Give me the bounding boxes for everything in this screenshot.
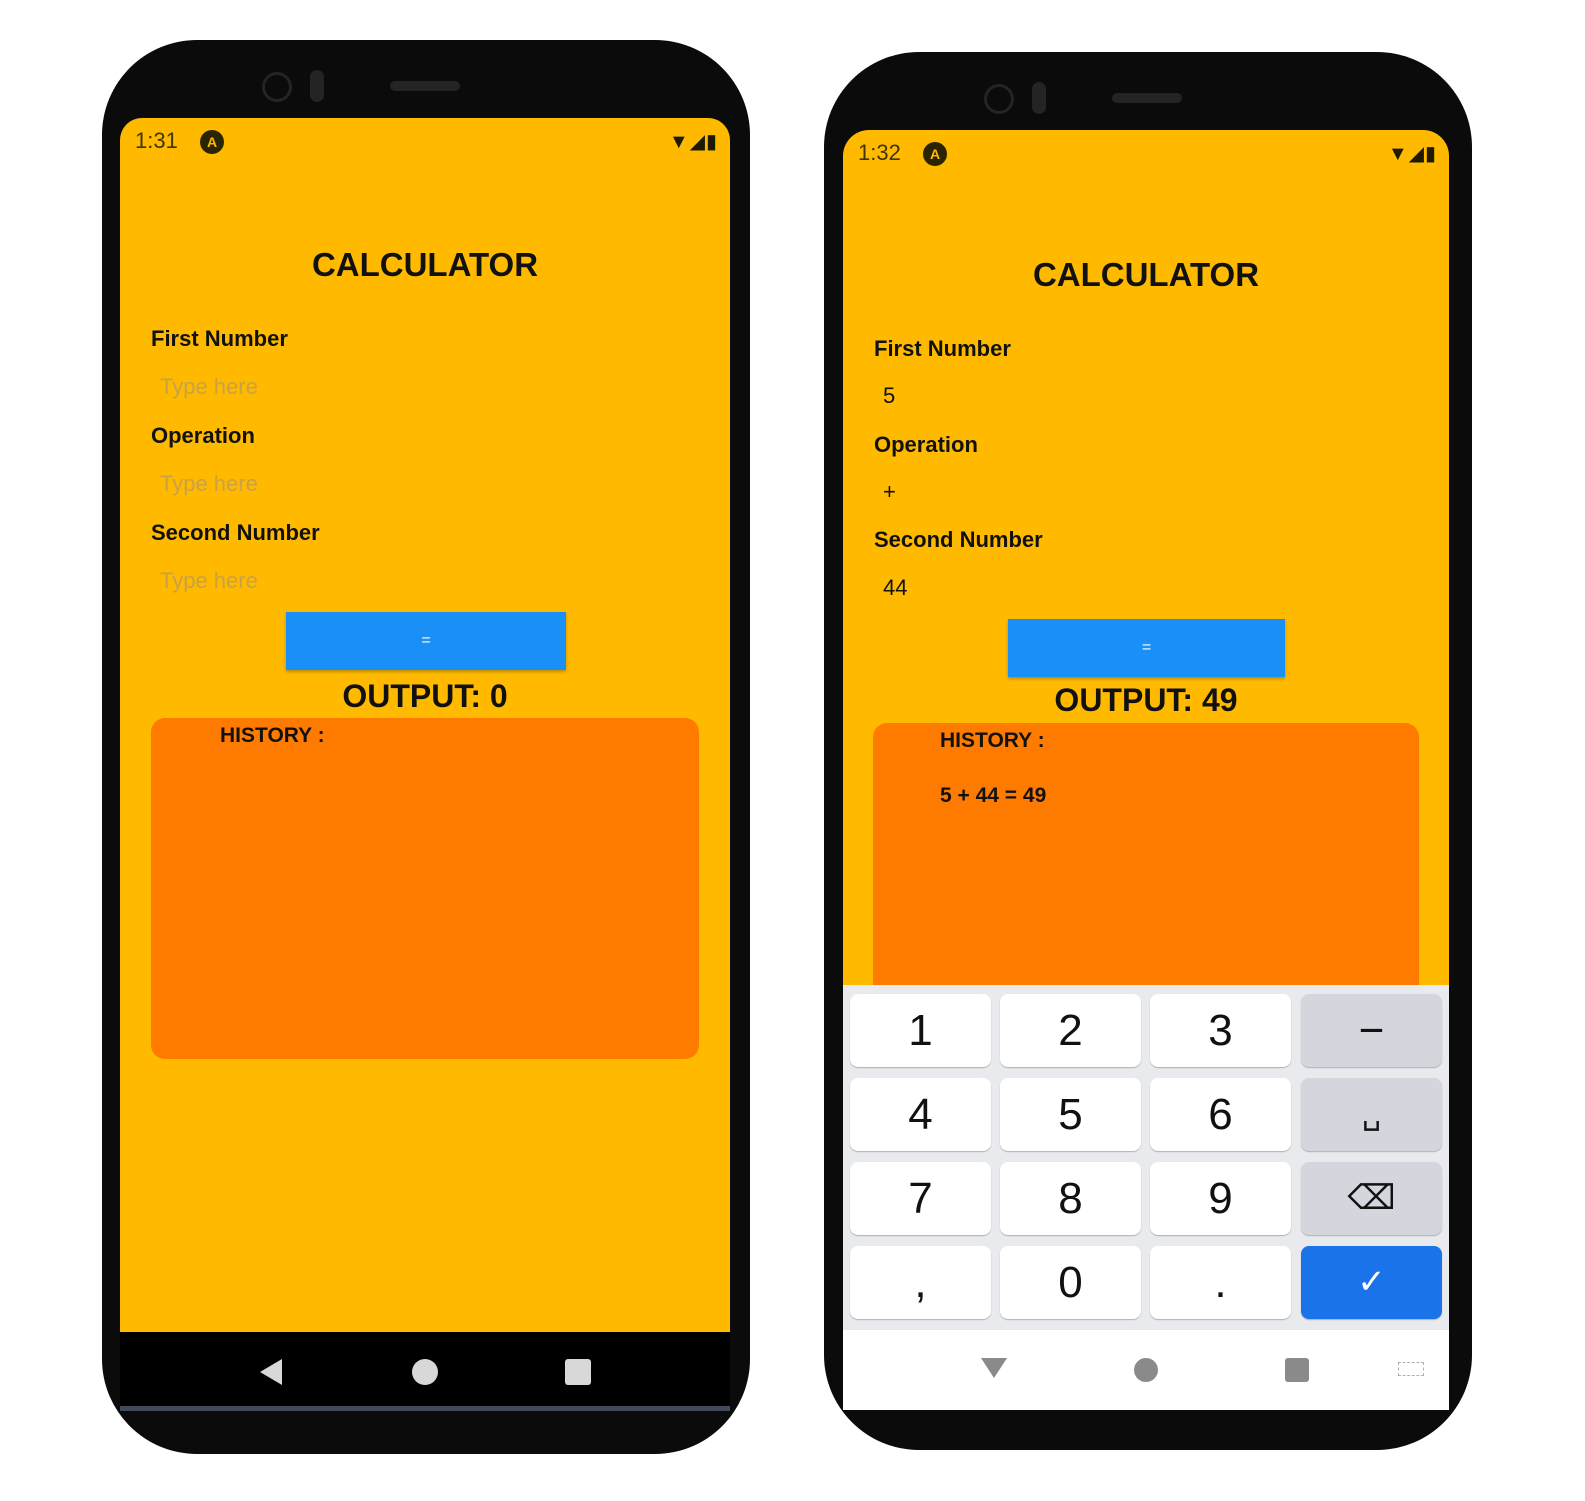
earpiece-speaker (390, 81, 460, 91)
history-title: HISTORY : (940, 729, 1045, 752)
nav-home-icon[interactable] (1134, 1358, 1158, 1382)
expo-app-icon: A (200, 130, 224, 154)
key-3[interactable]: 3 (1150, 994, 1291, 1067)
key-2[interactable]: 2 (1000, 994, 1141, 1067)
key-comma[interactable]: , (850, 1246, 991, 1319)
operation-input[interactable]: + (883, 479, 896, 505)
nav-hide-keyboard-icon[interactable] (981, 1358, 1007, 1378)
second-number-input[interactable]: 44 (883, 575, 907, 601)
status-time: 1:31 (135, 128, 178, 153)
first-number-input[interactable]: 5 (883, 383, 895, 409)
page-title: CALCULATOR (311, 246, 539, 283)
status-bar: 1:32 A ▼◢▮ (843, 130, 1449, 176)
first-number-label: First Number (874, 336, 1011, 361)
front-camera-icon (262, 72, 292, 102)
key-8[interactable]: 8 (1000, 1162, 1141, 1235)
front-camera-icon (984, 84, 1014, 114)
page-title: CALCULATOR (1032, 256, 1260, 293)
app-screen: 1:32 A ▼◢▮ CALCULATOR First Number 5 Ope… (843, 130, 1449, 1410)
key-1[interactable]: 1 (850, 994, 991, 1067)
done-check-icon[interactable]: ✓ (1301, 1246, 1442, 1319)
history-title: HISTORY : (220, 724, 325, 747)
phone-right: 1:32 A ▼◢▮ CALCULATOR First Number 5 Ope… (824, 52, 1472, 1450)
key-9[interactable]: 9 (1150, 1162, 1291, 1235)
key-7[interactable]: 7 (850, 1162, 991, 1235)
key-5[interactable]: 5 (1000, 1078, 1141, 1151)
nav-recents-icon[interactable] (1285, 1358, 1309, 1382)
system-nav-bar (843, 1330, 1449, 1410)
keyboard-switch-icon[interactable] (1398, 1362, 1424, 1376)
bottom-strip (120, 1406, 730, 1411)
key-0[interactable]: 0 (1000, 1246, 1141, 1319)
first-number-label: First Number (151, 326, 288, 351)
history-entry: 5 + 44 = 49 (940, 784, 1047, 807)
system-nav-bar (120, 1332, 730, 1410)
key-6[interactable]: 6 (1150, 1078, 1291, 1151)
operation-label: Operation (151, 423, 255, 448)
phone-left: 1:31 A ▼◢▮ CALCULATOR First Number Type … (102, 40, 750, 1454)
nav-home-icon[interactable] (412, 1359, 438, 1385)
earpiece-speaker (1112, 93, 1182, 103)
backspace-icon[interactable]: ⌫ (1301, 1162, 1442, 1235)
signal-wifi-battery-icon: ▼◢▮ (668, 131, 718, 153)
signal-wifi-battery-icon: ▼◢▮ (1387, 143, 1437, 165)
status-time: 1:32 (858, 140, 901, 165)
operation-label: Operation (874, 432, 978, 457)
proximity-sensor-icon (310, 70, 324, 102)
equals-button[interactable]: = (286, 612, 566, 670)
key-minus[interactable]: − (1301, 994, 1442, 1067)
operation-input[interactable]: Type here (160, 471, 258, 497)
second-number-label: Second Number (874, 527, 1043, 552)
app-screen: 1:31 A ▼◢▮ CALCULATOR First Number Type … (120, 118, 730, 1410)
expo-app-icon: A (923, 142, 947, 166)
key-4[interactable]: 4 (850, 1078, 991, 1151)
numeric-keyboard: 1 2 3 − 4 5 6 ␣ 7 8 9 ⌫ , 0 . ✓ (843, 985, 1449, 1330)
output-text: OUTPUT: 0 (342, 678, 508, 714)
second-number-input[interactable]: Type here (160, 568, 258, 594)
history-panel: HISTORY : 5 + 44 = 49 (873, 723, 1419, 1013)
nav-back-icon[interactable] (260, 1359, 282, 1385)
history-panel: HISTORY : (151, 718, 699, 1059)
proximity-sensor-icon (1032, 82, 1046, 114)
second-number-label: Second Number (151, 520, 320, 545)
nav-recents-icon[interactable] (565, 1359, 591, 1385)
equals-button[interactable]: = (1008, 619, 1285, 677)
first-number-input[interactable]: Type here (160, 374, 258, 400)
output-text: OUTPUT: 49 (1054, 682, 1238, 718)
key-space-icon[interactable]: ␣ (1301, 1078, 1442, 1151)
status-bar: 1:31 A ▼◢▮ (120, 118, 730, 164)
key-period[interactable]: . (1150, 1246, 1291, 1319)
